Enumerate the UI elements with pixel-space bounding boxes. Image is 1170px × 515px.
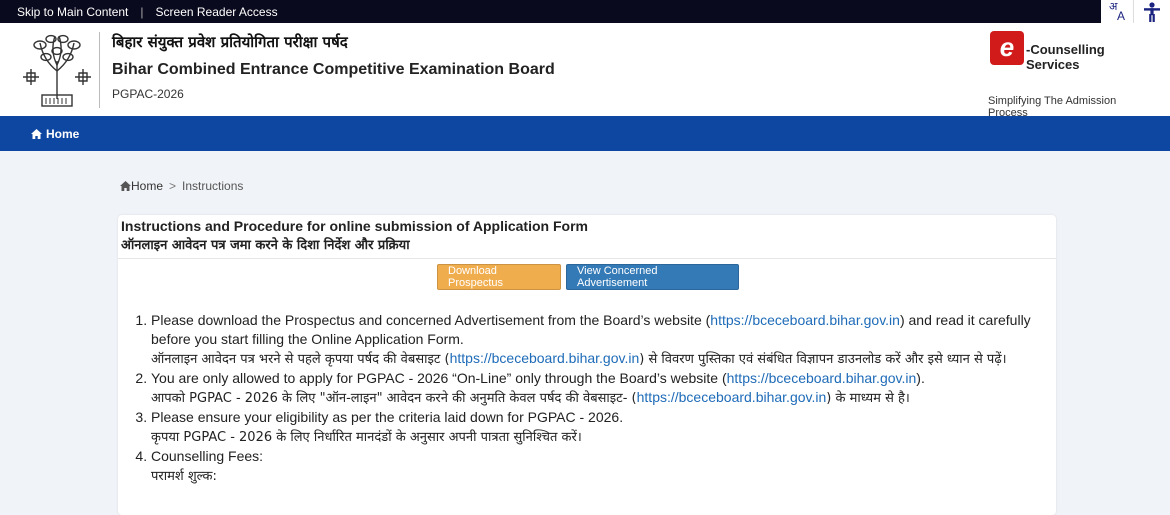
accessibility-person-icon[interactable]: [1134, 0, 1170, 23]
board-title-english: Bihar Combined Entrance Competitive Exam…: [112, 61, 555, 78]
board-website-link-hi[interactable]: https://bceceboard.bihar.gov.in: [450, 350, 640, 366]
item2-text-hi-a: आपको PGPAC - 2026 के लिए "ऑन-लाइन" आवेदन…: [151, 391, 637, 406]
accessibility-tools: अ A: [1101, 0, 1170, 23]
item4-text-en: Counselling Fees:: [151, 448, 264, 464]
download-prospectus-button[interactable]: Download Prospectus: [437, 264, 561, 290]
header-divider: [99, 32, 100, 108]
accessibility-icon: [1144, 1, 1160, 22]
bihar-emblem-logo: [23, 34, 91, 107]
view-advertisement-button[interactable]: View Concerned Advertisement: [566, 264, 739, 290]
ecounselling-tagline: Simplifying The Admission Process: [988, 95, 1117, 119]
instructions-list: Please download the Prospectus and conce…: [132, 311, 1051, 486]
breadcrumb-separator: >: [169, 179, 177, 193]
item2-text-en-a: You are only allowed to apply for PGPAC …: [151, 370, 727, 386]
home-icon: [31, 128, 42, 139]
screen-reader-link[interactable]: Screen Reader Access: [156, 5, 278, 19]
item4-text-hi: परामर्श शुल्क:: [151, 469, 217, 484]
board-website-link-2-hi[interactable]: https://bceceboard.bihar.gov.in: [637, 389, 827, 405]
breadcrumb-home-link[interactable]: Home: [131, 179, 163, 193]
board-title-hindi: बिहार संयुक्त प्रवेश प्रतियोगिता परीक्षा…: [112, 33, 348, 51]
item1-text-hi-b: ) से विवरण पुस्तिका एवं संबंधित विज्ञापन…: [639, 352, 1007, 367]
topbar-separator: |: [140, 4, 144, 19]
item2-text-en-b: ).: [916, 370, 925, 386]
card-action-buttons: Download Prospectus View Concerned Adver…: [437, 264, 739, 290]
font-icon-english-letter: A: [1117, 9, 1126, 23]
nav-home-link[interactable]: Home: [31, 116, 79, 151]
board-website-link[interactable]: https://bceceboard.bihar.gov.in: [710, 312, 900, 328]
list-item: You are only allowed to apply for PGPAC …: [151, 369, 1051, 408]
list-item: Please ensure your eligibility as per th…: [151, 408, 1051, 447]
item3-text-en: Please ensure your eligibility as per th…: [151, 409, 624, 425]
card-header: Instructions and Procedure for online su…: [118, 215, 1056, 259]
main-navbar: Home: [0, 116, 1170, 151]
item1-text-hi-a: ऑनलाइन आवेदन पत्र भरने से पहले कृपया पर्…: [151, 352, 450, 367]
breadcrumb-current: Instructions: [182, 179, 244, 193]
ecounselling-logo: e -Counselling Services Simplifying The …: [988, 31, 1158, 119]
item3-text-hi: कृपया PGPAC - 2026 के लिए निर्धारित मानद…: [151, 430, 582, 445]
site-header: बिहार संयुक्त प्रवेश प्रतियोगिता परीक्षा…: [0, 23, 1170, 119]
card-title-hindi: ऑनलाइन आवेदन पत्र जमा करने के दिशा निर्द…: [121, 238, 410, 253]
nav-home-label: Home: [46, 126, 80, 141]
top-utility-bar: Skip to Main Content | Screen Reader Acc…: [0, 0, 1170, 23]
exam-code: PGPAC-2026: [112, 87, 184, 101]
list-item: Counselling Fees: परामर्श शुल्क:: [151, 447, 1051, 486]
board-website-link-2[interactable]: https://bceceboard.bihar.gov.in: [727, 370, 917, 386]
item2-text-hi-b: ) के माध्यम से है।: [826, 391, 910, 406]
card-title-english: Instructions and Procedure for online su…: [121, 218, 588, 234]
item1-text-en-a: Please download the Prospectus and conce…: [151, 312, 711, 328]
font-language-icon[interactable]: अ A: [1101, 0, 1134, 23]
breadcrumb-home-icon: [120, 181, 131, 191]
breadcrumb: Home > Instructions: [120, 179, 243, 193]
skip-to-main-link[interactable]: Skip to Main Content: [17, 5, 128, 19]
ecounselling-title: -Counselling Services: [1026, 42, 1105, 72]
instructions-card: Instructions and Procedure for online su…: [118, 215, 1056, 515]
ecounselling-e-icon: e: [990, 31, 1027, 68]
list-item: Please download the Prospectus and conce…: [151, 311, 1051, 369]
